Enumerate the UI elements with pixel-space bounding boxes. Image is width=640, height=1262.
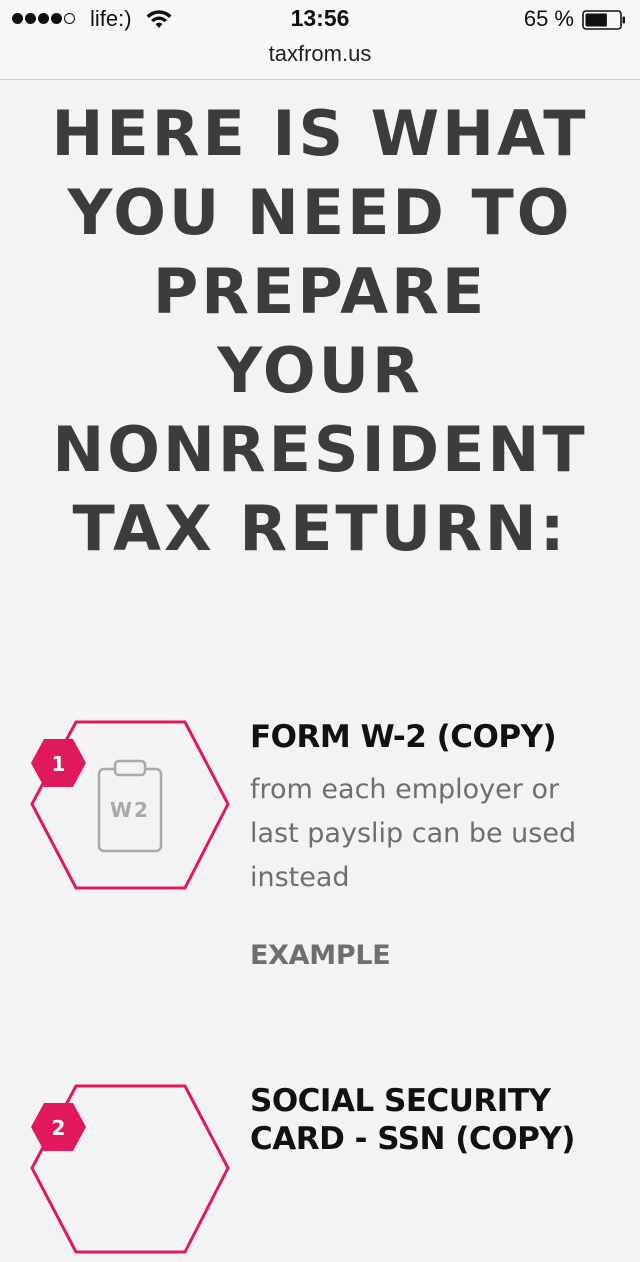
headline-line: YOUR xyxy=(217,334,423,407)
headline-line: HERE IS WHAT xyxy=(51,97,589,170)
headline-line: NONRESIDENT xyxy=(52,413,588,486)
clipboard-icon: W2 xyxy=(97,759,163,853)
hexagon-badge: 2 xyxy=(30,1084,230,1254)
item-number: 1 xyxy=(52,752,66,776)
item-description-line: last payslip can be used xyxy=(250,818,577,849)
item-title-line: CARD - SSN (COPY) xyxy=(250,1121,575,1157)
page-headline: HERE IS WHAT YOU NEED TO PREPARE YOUR NO… xyxy=(20,94,620,568)
headline-line: TAX RETURN: xyxy=(72,492,568,565)
status-bar: life:) 13:56 65 % taxfrom.us xyxy=(0,0,640,80)
clipboard-label: W2 xyxy=(110,798,150,822)
address-bar-url[interactable]: taxfrom.us xyxy=(0,41,640,67)
item-title-line: SOCIAL SECURITY xyxy=(250,1083,551,1119)
item-number: 2 xyxy=(52,1116,66,1140)
example-link[interactable]: EXAMPLE xyxy=(250,940,391,971)
item-title: FORM W-2 (COPY) xyxy=(250,719,557,755)
item-description: from each employer or last payslip can b… xyxy=(250,768,630,900)
item-title: SOCIAL SECURITY CARD - SSN (COPY) xyxy=(250,1082,630,1158)
item-description-line: from each employer or xyxy=(250,774,560,805)
battery-percentage: 65 % xyxy=(523,6,574,31)
headline-line: YOU NEED TO xyxy=(67,176,573,249)
hexagon-badge: 1 W2 xyxy=(30,720,230,890)
headline-line: PREPARE xyxy=(152,255,488,328)
battery-icon xyxy=(582,10,625,30)
item-description-line: instead xyxy=(250,862,350,893)
